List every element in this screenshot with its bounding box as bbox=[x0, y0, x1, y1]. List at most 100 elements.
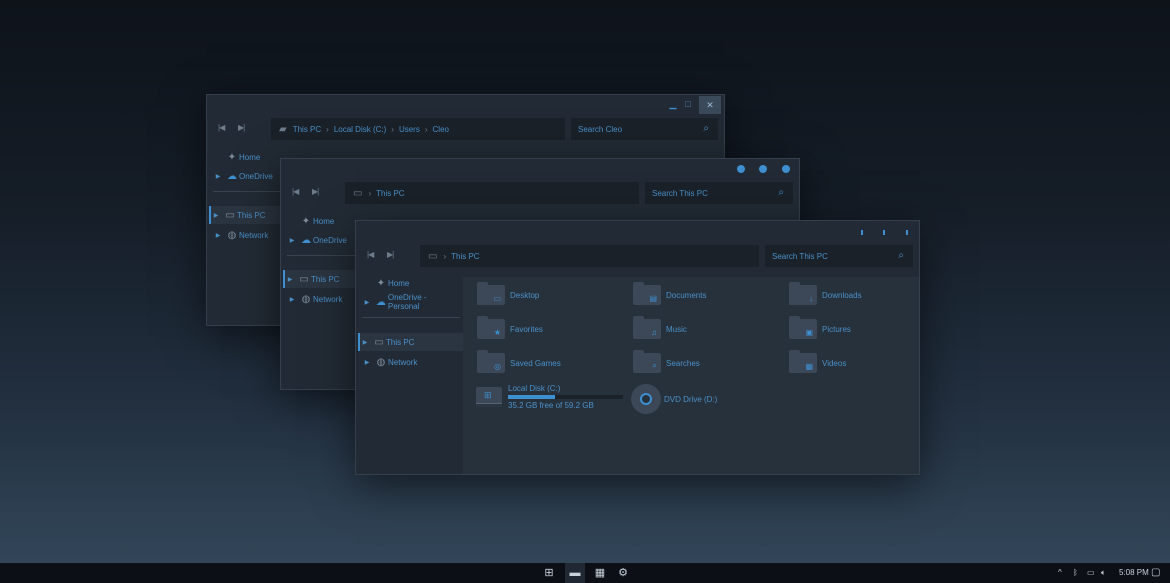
dvd-disc-icon bbox=[631, 384, 661, 414]
store-icon[interactable]: ▦ bbox=[590, 563, 610, 583]
expand-arrow-icon[interactable]: ▶ bbox=[285, 296, 299, 303]
sidebar-label: This PC bbox=[386, 337, 415, 347]
sidebar-item-this-pc[interactable]: ▶ ▭ This PC bbox=[209, 206, 281, 224]
drive-label: DVD Drive (D:) bbox=[664, 394, 718, 404]
cloud-icon: ☁ bbox=[375, 296, 386, 308]
search-icon[interactable]: ⌕ bbox=[898, 250, 904, 261]
maximize-button[interactable] bbox=[883, 230, 885, 235]
folder-icon: ▦ bbox=[789, 350, 817, 373]
folder-label: Pictures bbox=[822, 324, 851, 334]
address-bar[interactable]: ▭ › This PC bbox=[420, 245, 759, 267]
folder-pictures[interactable]: ▣ Pictures bbox=[789, 316, 851, 339]
back-icon[interactable]: |◀ bbox=[218, 123, 225, 132]
drive-local-disk-c[interactable]: ⊞ Local Disk (C:) 35.2 GB free of 59.2 G… bbox=[475, 384, 623, 410]
folder-saved-games[interactable]: ◎ Saved Games bbox=[477, 350, 561, 373]
folder-documents[interactable]: ▤ Documents bbox=[633, 282, 707, 305]
folder-label: Videos bbox=[822, 358, 847, 368]
search-icon[interactable]: ⌕ bbox=[703, 123, 709, 134]
forward-icon[interactable]: ▶| bbox=[387, 250, 394, 259]
network-icon: ◍ bbox=[376, 356, 386, 368]
drive-dvd-d[interactable]: DVD Drive (D:) bbox=[631, 384, 717, 414]
search-input[interactable]: Search Cleo ⌕ bbox=[571, 118, 718, 140]
notification-icon[interactable]: ▢ bbox=[1151, 563, 1160, 583]
sidebar-item-network[interactable]: ▶ ◍ Network bbox=[211, 226, 281, 244]
breadcrumb-item[interactable]: This PC bbox=[451, 252, 479, 261]
folder-music[interactable]: ♫ Music bbox=[633, 316, 687, 339]
bluetooth-icon[interactable]: ᛒ bbox=[1073, 563, 1078, 583]
expand-arrow-icon[interactable]: ▶ bbox=[360, 359, 374, 366]
search-input[interactable]: Search This PC ⌕ bbox=[765, 245, 913, 267]
start-icon[interactable]: ⊞ bbox=[539, 563, 559, 583]
expand-arrow-icon[interactable]: ▶ bbox=[209, 212, 223, 219]
forward-icon[interactable]: ▶| bbox=[238, 123, 245, 132]
address-bar[interactable]: ▰ This PC › Local Disk (C:) › Users › Cleo bbox=[271, 118, 565, 140]
settings-icon[interactable]: ⚙ bbox=[613, 563, 633, 583]
breadcrumb-item[interactable]: Users bbox=[399, 125, 420, 134]
back-icon[interactable]: |◀ bbox=[367, 250, 374, 259]
expand-arrow-icon[interactable]: ▶ bbox=[358, 339, 372, 346]
pin-icon: ✦ bbox=[301, 215, 311, 227]
maximize-button[interactable] bbox=[759, 165, 767, 173]
folder-searches[interactable]: ⌕ Searches bbox=[633, 350, 700, 373]
breadcrumb-item[interactable]: This PC bbox=[293, 125, 321, 134]
sidebar-label: Home bbox=[313, 216, 335, 226]
folder-icon: ▤ bbox=[633, 282, 661, 305]
sidebar-label: OneDrive bbox=[313, 235, 347, 245]
desktop-icon: ▭ bbox=[493, 294, 501, 303]
file-explorer-icon[interactable]: ▬ bbox=[565, 563, 585, 583]
network-icon: ◍ bbox=[301, 293, 311, 305]
gamepad-icon: ◎ bbox=[494, 362, 501, 371]
sidebar-item-home[interactable]: ✦ Home bbox=[211, 148, 281, 166]
volume-icon[interactable]: 🔈︎ bbox=[1101, 563, 1106, 583]
expand-arrow-icon[interactable]: ▶ bbox=[283, 276, 297, 283]
sidebar-item-network[interactable]: ▶ ◍ Network bbox=[285, 290, 355, 308]
document-icon: ▤ bbox=[649, 294, 657, 303]
forward-icon[interactable]: ▶| bbox=[312, 187, 319, 196]
breadcrumb-item[interactable]: This PC bbox=[376, 189, 404, 198]
folder-label: Saved Games bbox=[510, 358, 561, 368]
folder-icon: ↓ bbox=[789, 282, 817, 305]
folder-icon: ◎ bbox=[477, 350, 505, 373]
sidebar-item-onedrive[interactable]: ▶ ☁ OneDrive - Personal bbox=[360, 293, 460, 311]
sidebar-item-home[interactable]: ✦ Home bbox=[285, 212, 355, 230]
monitor-icon: ▭ bbox=[353, 187, 363, 199]
expand-arrow-icon[interactable]: ▶ bbox=[285, 237, 299, 244]
folder-label: Downloads bbox=[822, 290, 862, 300]
close-button[interactable] bbox=[906, 230, 908, 235]
folder-favorites[interactable]: ★ Favorites bbox=[477, 316, 543, 339]
minimize-button[interactable] bbox=[737, 165, 745, 173]
folder-label: Favorites bbox=[510, 324, 543, 334]
folder-desktop[interactable]: ▭ Desktop bbox=[477, 282, 540, 305]
sidebar-item-onedrive[interactable]: ▶ ☁ OneDrive bbox=[285, 231, 355, 249]
folder-label: Desktop bbox=[510, 290, 540, 300]
folder-videos[interactable]: ▦ Videos bbox=[789, 350, 847, 373]
content-pane[interactable]: ▭ Desktop ▤ Documents ↓ Downloads ★ Favo… bbox=[463, 277, 919, 474]
folder-icon: ♫ bbox=[633, 316, 661, 339]
clock[interactable]: 5:08 PM bbox=[1119, 563, 1149, 583]
address-bar[interactable]: ▭ › This PC bbox=[345, 182, 639, 204]
expand-arrow-icon[interactable]: ▶ bbox=[211, 232, 225, 239]
back-icon[interactable]: |◀ bbox=[292, 187, 299, 196]
expand-arrow-icon[interactable]: ▶ bbox=[360, 299, 374, 306]
sidebar-item-onedrive[interactable]: ▶ ☁ OneDrive bbox=[211, 167, 281, 185]
sidebar-item-network[interactable]: ▶ ◍ Network bbox=[360, 353, 460, 371]
monitor-icon: ▭ bbox=[428, 250, 438, 262]
search-placeholder: Search This PC bbox=[772, 251, 828, 261]
sidebar-label: Network bbox=[239, 230, 269, 240]
breadcrumb-item[interactable]: Local Disk (C:) bbox=[334, 125, 386, 134]
chevron-up-icon[interactable]: ^ bbox=[1058, 563, 1062, 583]
sidebar-item-home[interactable]: ✦ Home bbox=[360, 274, 460, 292]
search-input[interactable]: Search This PC ⌕ bbox=[645, 182, 793, 204]
expand-arrow-icon[interactable]: ▶ bbox=[211, 173, 225, 180]
explorer-window-front[interactable]: |◀ ▶| ▭ › This PC Search This PC ⌕ ✦ Hom… bbox=[355, 220, 920, 475]
search-icon[interactable]: ⌕ bbox=[778, 187, 784, 198]
close-button[interactable] bbox=[782, 165, 790, 173]
sidebar-item-this-pc[interactable]: ▶ ▭ This PC bbox=[283, 270, 355, 288]
sidebar-item-this-pc[interactable]: ▶ ▭ This PC bbox=[358, 333, 463, 351]
minimize-button[interactable] bbox=[861, 230, 863, 235]
sidebar-label: Home bbox=[239, 152, 261, 162]
display-icon[interactable]: ▭ bbox=[1087, 563, 1095, 583]
folder-label: Documents bbox=[666, 290, 707, 300]
folder-downloads[interactable]: ↓ Downloads bbox=[789, 282, 862, 305]
breadcrumb-item[interactable]: Cleo bbox=[433, 125, 449, 134]
